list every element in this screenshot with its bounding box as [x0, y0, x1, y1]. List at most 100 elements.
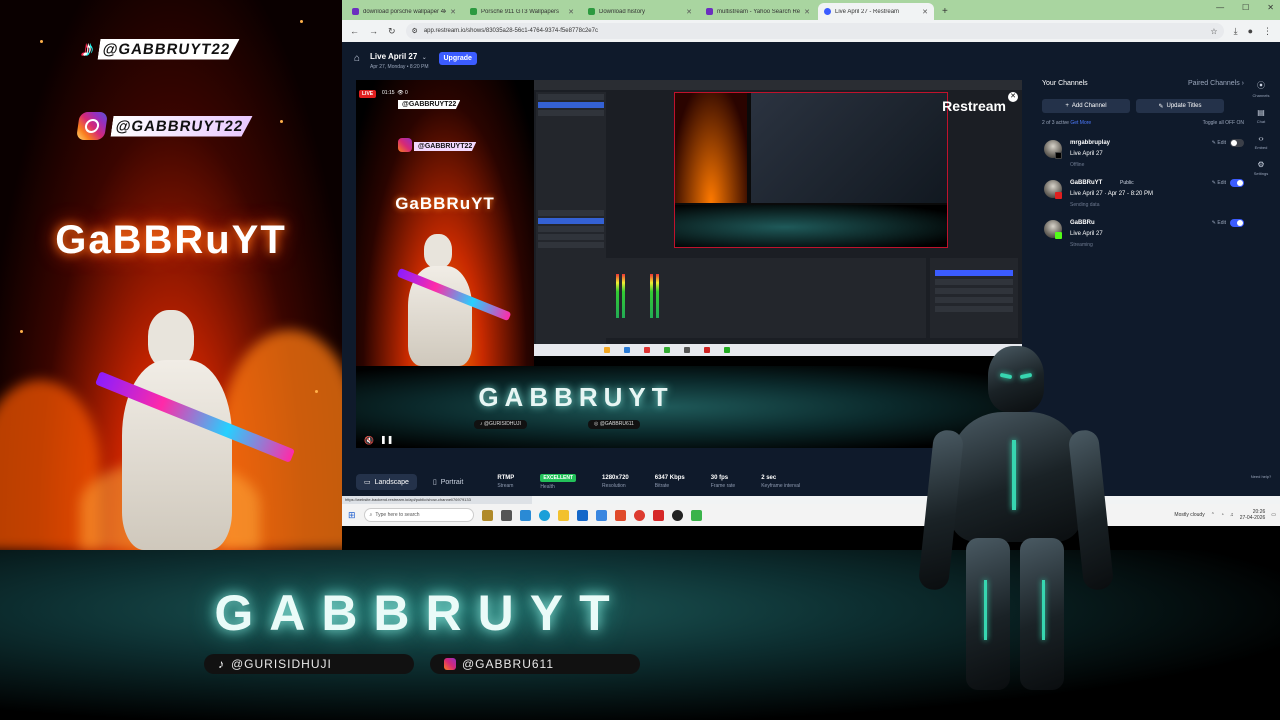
download-icon[interactable]: ⤓ — [1234, 26, 1238, 37]
channel-title: Live April 27 · Apr 27 - 8:20 PM — [1070, 191, 1154, 197]
new-tab-button[interactable]: + — [936, 3, 954, 20]
portrait-icon: ▯ — [432, 479, 437, 486]
site-info-icon[interactable]: ⚙ — [412, 27, 418, 35]
chevron-up-icon[interactable]: ⌃ — [1211, 512, 1215, 518]
rail-embed[interactable]: ‹› Embed — [1255, 134, 1268, 150]
taskbar-search-placeholder: Type here to search — [375, 512, 420, 518]
game-app-icon[interactable] — [481, 509, 493, 521]
weather-text[interactable]: Mostly cloudy — [1174, 512, 1204, 518]
paired-channels-link[interactable]: Paired Channels › — [1188, 80, 1244, 87]
bottom-tiktok-pill: ♪ @GURISIDHUJI — [204, 654, 414, 674]
reload-icon[interactable]: ↻ — [388, 26, 396, 37]
armored-character — [917, 340, 1115, 690]
health-badge: EXCELLENT — [540, 474, 577, 482]
browser-tab-5-active[interactable]: Live April 27 - Restream ✕ — [818, 3, 934, 20]
stream-info[interactable]: Live April 27 ⌄ Apr 27, Monday • 8:20 PM — [370, 46, 428, 70]
channel-name: GaBBRuYT — [1070, 180, 1103, 186]
forward-icon[interactable]: → — [369, 26, 378, 36]
channel-item-gabbru[interactable]: GaBBRu Live April 27 Streaming ✎ Edit — [1042, 216, 1244, 256]
chat-icon: ▤ — [1257, 108, 1265, 117]
back-icon[interactable]: ← — [350, 26, 359, 36]
channel-edit-button[interactable]: ✎ Edit — [1212, 140, 1226, 146]
pause-icon[interactable]: ❚❚ — [380, 435, 393, 444]
preview-banner-brand: GABBRUYT — [478, 382, 674, 412]
status-url: https://website-backend.restream.io/api/… — [342, 496, 532, 504]
task-view-icon[interactable] — [500, 509, 512, 521]
edge-icon[interactable] — [538, 509, 550, 521]
stream-title: Live April 27 — [370, 52, 418, 61]
network-icon[interactable]: ◔ — [1221, 512, 1224, 518]
brave-icon[interactable] — [614, 509, 626, 521]
bookmark-star-icon[interactable]: ☆ — [1210, 27, 1217, 36]
channel-name: mrgabbruplay — [1070, 140, 1111, 146]
close-icon[interactable]: ✕ — [450, 8, 456, 16]
rail-channels[interactable]: ⦿ Channels — [1253, 80, 1270, 98]
browser-tab-2[interactable]: Porsche 911 GT3 Wallpapers ✕ — [464, 3, 580, 20]
taskbar-search[interactable]: ⌕ Type here to search — [363, 508, 474, 522]
youtube-app-icon[interactable] — [652, 509, 664, 521]
obs-audio-mixer — [606, 258, 926, 338]
tiktok-icon: ♪ — [218, 657, 225, 671]
maximize-icon[interactable]: ☐ — [1242, 3, 1249, 12]
mute-icon[interactable]: 🔇 — [364, 436, 374, 445]
mini-mummy-character — [396, 230, 512, 366]
url-text: app.restream.io/shows/83035a28-56c1-4764… — [423, 28, 598, 34]
close-icon[interactable]: ✕ — [686, 8, 692, 16]
mail-icon[interactable] — [595, 509, 607, 521]
minimize-icon[interactable]: — — [1216, 3, 1224, 12]
channel-state: Streaming — [1070, 242, 1093, 248]
windows-start-icon[interactable]: ⊞ — [348, 510, 356, 521]
channel-edit-button[interactable]: ✎ Edit — [1212, 220, 1226, 226]
green-app-icon[interactable] — [690, 509, 702, 521]
clock[interactable]: 20:26 27-04-2026 — [1240, 509, 1266, 521]
close-window-icon[interactable]: ✕ — [1267, 3, 1274, 12]
tab-favicon — [706, 8, 713, 15]
close-icon[interactable]: ✕ — [922, 8, 928, 16]
rail-settings[interactable]: ⚙ Settings — [1254, 160, 1268, 176]
close-icon[interactable]: ✕ — [804, 8, 810, 16]
bottom-brand-title: GABBRUYT — [214, 585, 626, 641]
need-help-button[interactable]: Need help? — [1248, 474, 1274, 479]
notifications-icon[interactable]: ▭ — [1271, 512, 1276, 518]
mini-tiktok-handle: @GABBRUYT22 — [398, 100, 461, 109]
close-icon[interactable]: ✕ — [568, 8, 574, 16]
volume-icon[interactable]: ♫ — [1230, 512, 1234, 518]
channel-item-gabbruyt[interactable]: GaBBRuYT Public Live April 27 · Apr 27 -… — [1042, 176, 1244, 216]
address-bar[interactable]: ⚙ app.restream.io/shows/83035a28-56c1-47… — [405, 23, 1224, 39]
channel-edit-button[interactable]: ✎ Edit — [1212, 180, 1226, 186]
obs-icon[interactable] — [671, 509, 683, 521]
browser-window: download porsche wallpaper 4k ✕ Porsche … — [342, 0, 1280, 526]
portrait-toggle[interactable]: ▯ Portrait — [425, 474, 471, 490]
home-icon[interactable]: ⌂ — [354, 53, 360, 64]
landscape-icon: ▭ — [364, 479, 371, 486]
update-titles-button[interactable]: ✎ Update Titles — [1136, 99, 1224, 113]
preview-brand-title: GaBBRuYT — [395, 194, 495, 213]
bottom-tiktok-text: @GURISIDHUJI — [231, 657, 332, 671]
browser-tab-1[interactable]: download porsche wallpaper 4k ✕ — [346, 3, 462, 20]
copilot-icon[interactable] — [519, 509, 531, 521]
profile-icon[interactable]: ● — [1248, 26, 1253, 36]
upgrade-button[interactable]: Upgrade — [438, 51, 477, 65]
stat-bitrate: 6347 Kbps Bitrate — [654, 475, 685, 489]
get-more-link[interactable]: Get More — [1070, 120, 1091, 126]
chrome-icon[interactable] — [633, 509, 645, 521]
channels-icon: ⦿ — [1257, 81, 1265, 90]
channel-title: Live April 27 — [1070, 231, 1103, 237]
channels-active-row: 2 of 3 active Get More Toggle all OFF ON — [1042, 120, 1244, 126]
preview-vertical-overlay: LIVE 01:15 👁 0 @GABBRUYT22 @GABBRUYT22 G… — [356, 80, 534, 366]
browser-tab-4[interactable]: multistream - Yahoo Search Re ✕ — [700, 3, 816, 20]
file-explorer-icon[interactable] — [557, 509, 569, 521]
window-controls: — ☐ ✕ — [1216, 3, 1274, 12]
menu-icon[interactable]: ⋮ — [1263, 26, 1272, 37]
live-timer: 01:15 — [382, 90, 395, 96]
add-channel-button[interactable]: + Add Channel — [1042, 99, 1130, 113]
browser-tab-3[interactable]: Download history ✕ — [582, 3, 698, 20]
channel-item-mrgabbruplay[interactable]: mrgabbruplay Live April 27 Offline ✎ Edi… — [1042, 136, 1244, 176]
landscape-toggle[interactable]: ▭ Landscape — [356, 474, 417, 490]
toggle-all-off[interactable]: OFF — [1225, 120, 1235, 126]
tab-strip: download porsche wallpaper 4k ✕ Porsche … — [342, 0, 1280, 20]
store-icon[interactable] — [576, 509, 588, 521]
rail-chat[interactable]: ▤ Chat — [1257, 108, 1265, 124]
channel-actions: + Add Channel ✎ Update Titles — [1042, 99, 1244, 113]
channel-title: Live April 27 — [1070, 151, 1103, 157]
